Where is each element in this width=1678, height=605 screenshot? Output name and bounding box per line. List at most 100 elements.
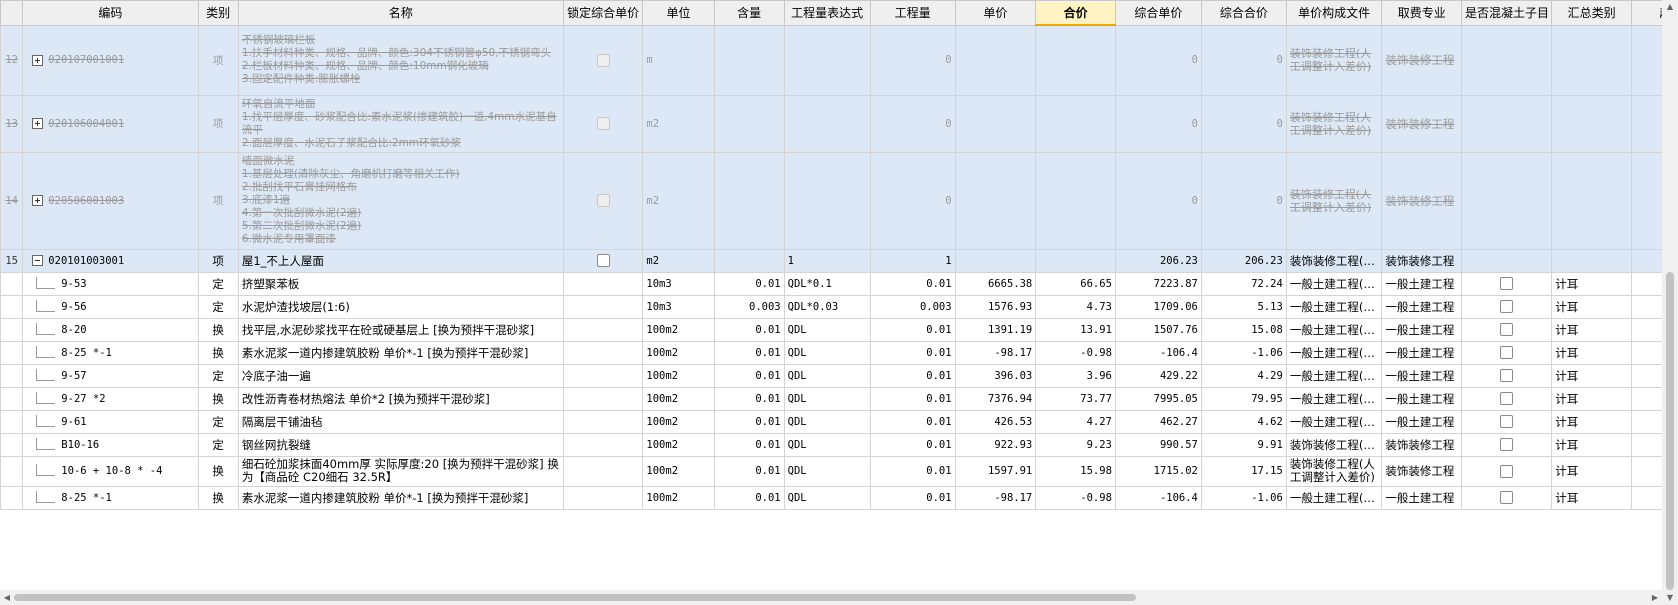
code-cell[interactable]: 020506001003 [22,151,199,250]
concrete-checkbox[interactable] [1500,323,1514,336]
code-cell[interactable]: 020101003001 [22,248,199,273]
price-file-cell[interactable]: 一般土建工程(… [1285,294,1383,319]
concrete-cell[interactable] [1461,386,1553,411]
concrete-checkbox[interactable] [1500,438,1514,451]
name-cell[interactable]: 素水泥浆一道内掺建筑胶粉 单价*-1 [换为预拌干混砂浆] [237,485,564,510]
table-row[interactable]: 8-20 换找平层,水泥砂浆找平在砼或硬基层上 [换为预拌干混砂浆] 100m2 0.… [0,317,1662,342]
code-cell[interactable]: 020107001001 [22,24,199,96]
table-row[interactable]: 10-6 + 10-8 * -4 换细石砼加浆抹面40mm厚 实际厚度:20 [换… [0,455,1662,487]
concrete-cell[interactable] [1461,409,1553,434]
price-file-cell[interactable]: 一般土建工程(… [1285,485,1383,510]
header-price[interactable]: 单价 [954,0,1037,26]
header-comp-price[interactable]: 综合单价 [1114,0,1202,26]
fee-prof-cell[interactable]: 一般土建工程 [1381,271,1463,296]
price-file-cell[interactable]: 一般土建工程(… [1285,386,1383,411]
content-cell[interactable]: 0.003 [713,294,785,319]
price-file-cell[interactable]: 一般土建工程(… [1285,271,1383,296]
price-file-cell[interactable]: 装饰装修工程(… [1285,248,1383,273]
concrete-checkbox[interactable] [1500,392,1514,405]
lock-checkbox[interactable] [596,254,610,267]
qty-cell[interactable]: 0.01 [869,363,956,388]
table-row[interactable]: 9-27 *2 换改性沥青卷材热熔法 单价*2 [换为预拌干混砂浆] 100m2 0.… [0,386,1662,411]
table-row[interactable]: 8-25 *-1 换素水泥浆一道内掺建筑胶粉 单价*-1 [换为预拌干混砂浆] 10… [0,340,1662,365]
name-cell[interactable]: 墙面微水泥 1.基层处理(清除灰尘、角磨机打磨等相关工作) 2.批刮找平石膏挂网… [237,151,564,250]
expr-cell[interactable]: QDL [783,409,871,434]
table-row[interactable]: 9-61 定隔离层干铺油毡 100m2 0.01 QDL 0.01 426.53 4.27 46… [0,409,1662,434]
lock-price-cell[interactable] [562,248,644,273]
expr-cell[interactable]: QDL [783,363,871,388]
minus-box-icon[interactable] [32,255,44,266]
content-cell[interactable]: 0.01 [713,455,785,487]
qty-cell[interactable]: 0.01 [869,386,956,411]
header-type[interactable]: 类别 [197,0,239,26]
content-cell[interactable]: 0.01 [713,340,785,365]
code-cell[interactable]: 8-20 [22,317,199,342]
name-cell[interactable]: 隔离层干铺油毡 [237,409,564,434]
concrete-checkbox[interactable] [1500,415,1514,428]
header-comp-total[interactable]: 综合合价 [1200,0,1287,26]
header-unit[interactable]: 单位 [642,0,715,26]
concrete-cell[interactable] [1461,294,1553,319]
qty-cell[interactable]: 0.01 [869,409,956,434]
concrete-cell[interactable] [1461,485,1553,510]
concrete-cell[interactable] [1461,340,1553,365]
name-cell[interactable]: 冷底子油一遍 [237,363,564,388]
concrete-cell[interactable] [1461,363,1553,388]
vertical-scrollbar[interactable]: ▲ ▼ [1662,0,1678,605]
content-cell[interactable]: 0.01 [713,271,785,296]
fee-prof-cell[interactable]: 一般土建工程 [1381,340,1463,365]
concrete-checkbox[interactable] [1500,464,1514,478]
expr-cell[interactable]: 1 [783,248,871,273]
content-cell[interactable]: 0.01 [713,317,785,342]
name-cell[interactable]: 环氧自流平地面 1.找平层厚度、砂浆配合比:素水泥浆(掺建筑胶)一道,4mm水泥… [237,94,564,153]
content-cell[interactable]: 0.01 [713,432,785,457]
name-cell[interactable]: 屋1_不上人屋面 [237,248,564,273]
name-cell[interactable]: 挤塑聚苯板 [237,271,564,296]
quota-grid[interactable]: 编码 类别 名称 锁定综合单价 单位 含量 工程量表达式 工程量 单价 合价 综… [0,0,1662,590]
vertical-scroll-thumb[interactable] [1666,272,1674,590]
code-cell[interactable]: 020106004001 [22,94,199,153]
fee-prof-cell[interactable]: 装饰装修工程 [1381,432,1463,457]
expr-cell[interactable]: QDL [783,485,871,510]
table-row[interactable]: B10-16 定钢丝网抗裂缝 100m2 0.01 QDL 0.01 922.93 9.23 9… [0,432,1662,457]
qty-cell[interactable]: 0.01 [869,485,956,510]
header-fee-prof[interactable]: 取费专业 [1381,0,1463,26]
header-expr[interactable]: 工程量表达式 [783,0,871,26]
table-row[interactable]: 15 020101003001 项 屋1_不上人屋面 m2 1 1 206.23… [0,248,1662,273]
qty-cell[interactable]: 0.01 [869,271,956,296]
code-cell[interactable]: B10-16 [22,432,199,457]
fee-prof-cell[interactable]: 一般土建工程 [1381,363,1463,388]
plus-box-icon[interactable] [32,54,44,66]
fee-prof-cell[interactable]: 一般土建工程 [1381,386,1463,411]
table-row[interactable]: 9-53 定挤塑聚苯板 10m3 0.01 QDL*0.1 0.01 6665.38 66.6… [0,271,1662,296]
concrete-cell[interactable] [1461,271,1553,296]
concrete-cell[interactable] [1461,317,1553,342]
plus-box-icon[interactable] [32,195,44,206]
expr-cell[interactable]: QDL [783,432,871,457]
price-file-cell[interactable]: 装饰装修工程(… [1285,432,1383,457]
unit-cell[interactable]: m2 [642,248,715,273]
table-row[interactable]: 8-25 *-1 换素水泥浆一道内掺建筑胶粉 单价*-1 [换为预拌干混砂浆] 10… [0,485,1662,510]
header-concrete[interactable]: 是否混凝土子目 [1461,0,1553,26]
fee-prof-cell[interactable]: 一般土建工程 [1381,317,1463,342]
arrow-up-icon[interactable]: ▲ [1662,0,1678,14]
header-content[interactable]: 含量 [713,0,785,26]
content-cell[interactable]: 0.01 [713,409,785,434]
concrete-checkbox[interactable] [1500,300,1514,313]
header-summary[interactable]: 汇总类别 [1551,0,1632,26]
name-cell[interactable]: 钢丝网抗裂缝 [237,432,564,457]
code-cell[interactable]: 9-53 [22,271,199,296]
header-code[interactable]: 编码 [22,0,199,26]
qty-cell[interactable]: 0.01 [869,432,956,457]
header-total[interactable]: 合价 [1035,0,1116,26]
concrete-checkbox[interactable] [1500,277,1514,290]
arrow-left-icon[interactable]: ◀ [0,590,14,605]
qty-cell[interactable]: 0.01 [869,455,956,487]
expr-cell[interactable]: QDL [783,455,871,487]
price-file-cell[interactable]: 一般土建工程(… [1285,340,1383,365]
code-cell[interactable]: 8-25 *-1 [22,340,199,365]
name-cell[interactable]: 细石砼加浆抹面40mm厚 实际厚度:20 [换为预拌干混砂浆] 换为【商品砼 C… [237,455,564,487]
concrete-cell[interactable] [1461,455,1553,487]
code-cell[interactable]: 10-6 + 10-8 * -4 [22,455,199,487]
content-cell[interactable]: 0.01 [713,386,785,411]
